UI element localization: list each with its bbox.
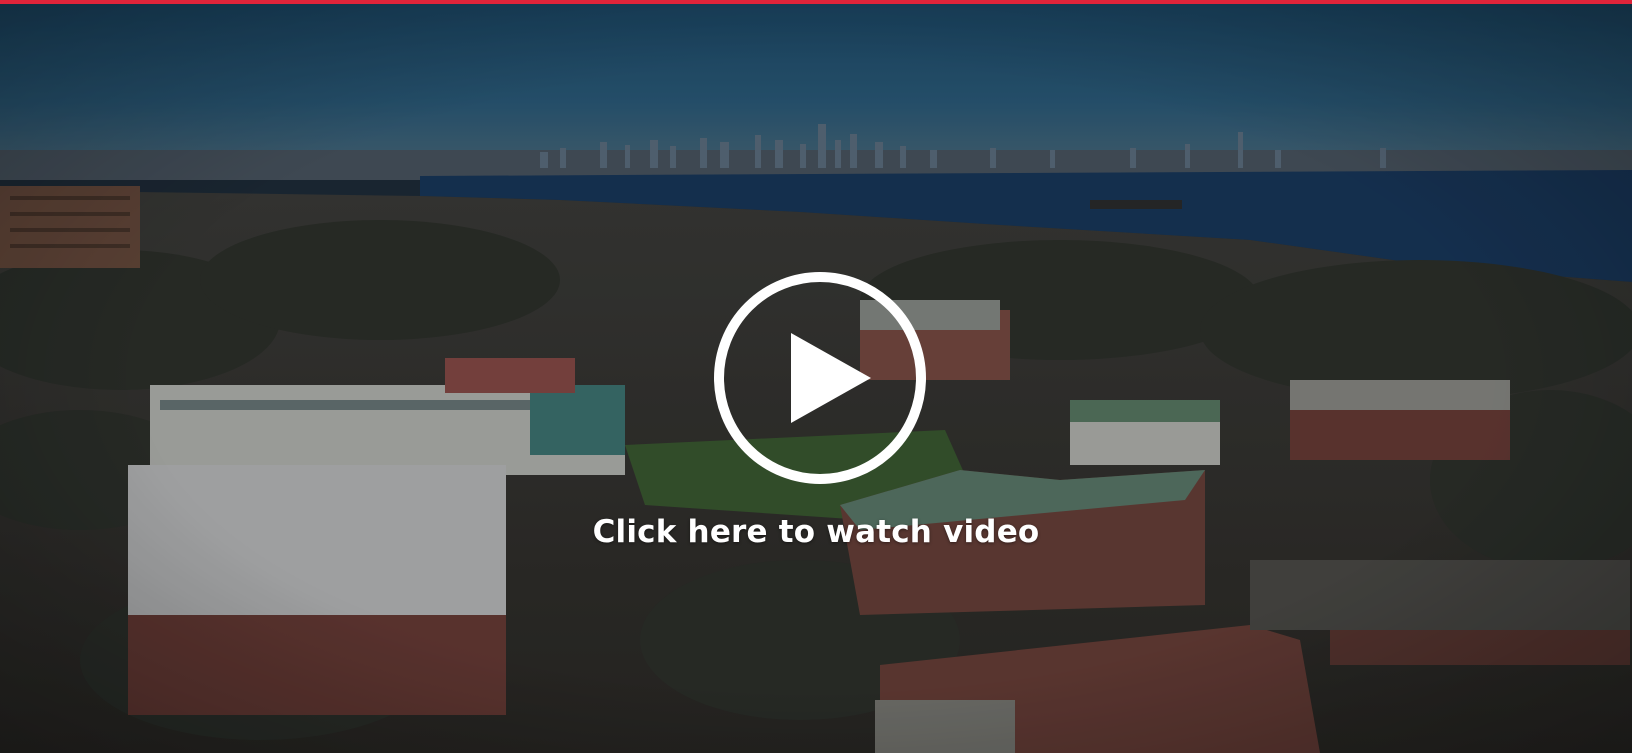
accent-top-bar [0, 0, 1632, 4]
play-circle-icon[interactable] [711, 269, 929, 487]
play-button[interactable] [711, 269, 929, 487]
video-hero[interactable]: Click here to watch video [0, 0, 1632, 753]
watch-video-link[interactable]: Click here to watch video [0, 514, 1632, 550]
